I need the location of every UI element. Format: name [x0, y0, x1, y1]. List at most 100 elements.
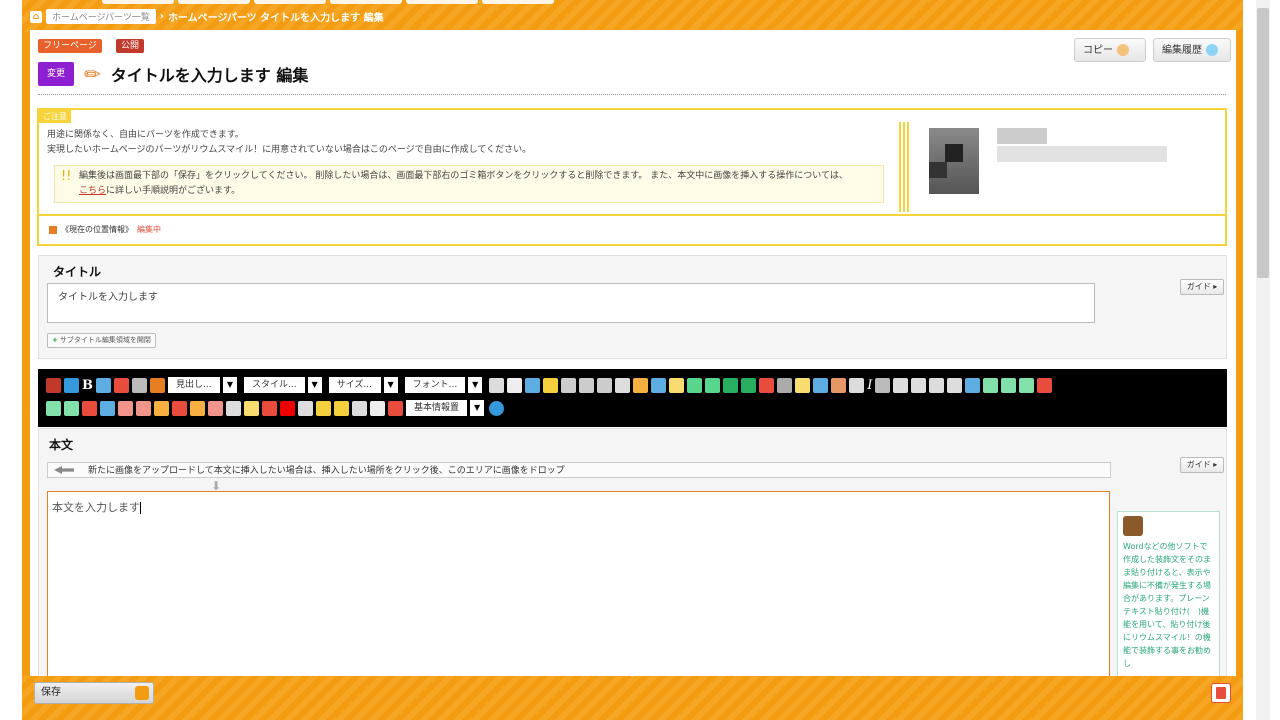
style-select[interactable]: スタイル... — [244, 377, 305, 393]
chevron-down-icon[interactable]: ▼ — [468, 377, 483, 393]
help-link[interactable]: こちら — [79, 186, 106, 196]
toolbar-row-2: 基本情報置 ▼ — [46, 398, 505, 418]
bold-icon[interactable]: B — [82, 378, 93, 393]
delete-block-icon[interactable] — [226, 400, 241, 416]
subtitle-toggle-button[interactable]: + サブタイトル編集領域を開閉 — [47, 333, 156, 348]
spellcheck-icon[interactable] — [114, 377, 129, 393]
title-guide-button[interactable]: ガイド ▸ — [1180, 279, 1224, 295]
font-select[interactable]: フォント... — [404, 377, 466, 393]
bullet-list-icon[interactable] — [561, 377, 577, 393]
align-center-icon[interactable] — [911, 377, 927, 393]
template-icon[interactable] — [669, 377, 685, 393]
table-icon[interactable] — [633, 377, 649, 393]
top-tab[interactable] — [254, 0, 326, 4]
location-info: 《現在の位置情報》 編集中 — [49, 224, 161, 235]
paste-text-icon[interactable] — [831, 377, 847, 393]
chevron-down-icon[interactable]: ▼ — [223, 377, 237, 393]
info-line: 実現したいホームページのパーツがリウムスマイル！に用意されていない場合はこのペー… — [47, 145, 532, 155]
block-icon-5[interactable] — [118, 400, 133, 416]
top-tab[interactable] — [406, 0, 478, 4]
justify-icon[interactable] — [947, 377, 963, 393]
save-template-icon[interactable] — [64, 377, 79, 393]
spell-abc-icon[interactable] — [875, 377, 891, 393]
block-icon-3[interactable] — [82, 400, 97, 416]
align-left-icon[interactable] — [893, 377, 909, 393]
scrollbar-thumb[interactable] — [1257, 8, 1269, 278]
block-icon-10[interactable] — [208, 400, 223, 416]
trash-icon[interactable] — [1211, 683, 1231, 703]
unlink-icon[interactable] — [741, 377, 757, 393]
clipboard-icon[interactable] — [388, 400, 403, 416]
bottom-bar — [22, 676, 1243, 720]
numbered-list-icon[interactable] — [579, 377, 595, 393]
chevron-down-icon[interactable]: ▼ — [307, 377, 322, 393]
paste-icon[interactable] — [507, 377, 523, 393]
folder-icon[interactable] — [543, 377, 559, 393]
html-icon[interactable] — [370, 400, 385, 416]
quote-icon[interactable] — [651, 377, 667, 393]
body-guide-button[interactable]: ガイド ▸ — [1180, 457, 1224, 473]
layout-icon-1[interactable] — [965, 377, 981, 393]
block-icon-7[interactable] — [154, 400, 169, 416]
map-pin-icon[interactable] — [262, 400, 277, 416]
align-right-icon[interactable] — [929, 377, 945, 393]
align-block-icon[interactable] — [687, 377, 703, 393]
format-select[interactable]: 見出し... — [168, 377, 220, 393]
redo-icon[interactable] — [334, 400, 349, 416]
image-icon[interactable] — [525, 377, 541, 393]
breadcrumb-item[interactable]: ホームページパーツ一覧 — [46, 9, 156, 24]
body-editor[interactable]: 本文を入力します — [47, 491, 1110, 691]
page-type-badge: フリーページ — [38, 39, 102, 53]
undo-icon[interactable] — [316, 400, 331, 416]
toolbar-row-1: B 見出し... ▼ スタイル... ▼ サイズ... ▼ フォント... ▼ I — [46, 375, 1053, 395]
top-tab[interactable] — [178, 0, 250, 4]
div-icon[interactable] — [705, 377, 721, 393]
copy-button[interactable]: コピー — [1074, 38, 1146, 62]
layout-icon-5[interactable] — [1037, 377, 1053, 393]
document-icon[interactable] — [795, 377, 811, 393]
copy-doc-icon[interactable] — [813, 377, 829, 393]
pen-icon[interactable] — [777, 377, 793, 393]
history-label: 編集履歴 — [1162, 45, 1202, 56]
block-icon-4[interactable] — [100, 400, 115, 416]
eraser-icon[interactable] — [96, 377, 111, 393]
info-select[interactable]: 基本情報置 — [406, 400, 468, 416]
abc-icon[interactable] — [132, 377, 147, 393]
paste-word-icon[interactable] — [849, 377, 865, 393]
outdent-icon[interactable] — [615, 377, 631, 393]
preview-icon[interactable] — [352, 400, 367, 416]
layout-icon-2[interactable] — [983, 377, 999, 393]
top-tab[interactable] — [102, 0, 174, 4]
youtube-icon[interactable] — [280, 400, 295, 416]
size-select[interactable]: サイズ... — [328, 377, 381, 393]
block-icon-8[interactable] — [172, 400, 187, 416]
layout-icon-4[interactable] — [1019, 377, 1035, 393]
italic-icon[interactable]: I — [867, 378, 872, 393]
block-icon-6[interactable] — [136, 400, 151, 416]
layout-icon-3[interactable] — [1001, 377, 1017, 393]
rule-icon[interactable] — [244, 400, 259, 416]
home-icon[interactable]: ⌂ — [30, 10, 42, 23]
chevron-down-icon[interactable]: ▼ — [383, 377, 398, 393]
enter-icon[interactable] — [298, 400, 313, 416]
block-icon-2[interactable] — [64, 400, 79, 416]
remove-format-icon[interactable] — [150, 377, 165, 393]
text-color-icon[interactable] — [489, 377, 505, 393]
block-icon-1[interactable] — [46, 400, 61, 416]
top-tab[interactable] — [330, 0, 402, 4]
pencil-icon: ✏ — [84, 62, 101, 86]
save-button[interactable]: 保存 — [34, 682, 154, 704]
help-icon[interactable] — [489, 400, 505, 416]
indent-icon[interactable] — [597, 377, 613, 393]
top-tab[interactable] — [482, 0, 554, 4]
history-button[interactable]: 編集履歴 — [1153, 38, 1231, 62]
image-drop-zone[interactable]: 新たに画像をアップロードして本文に挿入したい場合は、挿入したい場所をクリック後、… — [47, 462, 1111, 478]
source-icon[interactable] — [46, 377, 61, 393]
text-caret — [140, 502, 141, 514]
pointer-icon — [628, 672, 636, 677]
anchor-icon[interactable] — [759, 377, 775, 393]
title-input[interactable]: タイトルを入力します — [47, 283, 1095, 323]
link-icon[interactable] — [723, 377, 739, 393]
chevron-down-icon[interactable]: ▼ — [470, 400, 485, 416]
block-icon-9[interactable] — [190, 400, 205, 416]
